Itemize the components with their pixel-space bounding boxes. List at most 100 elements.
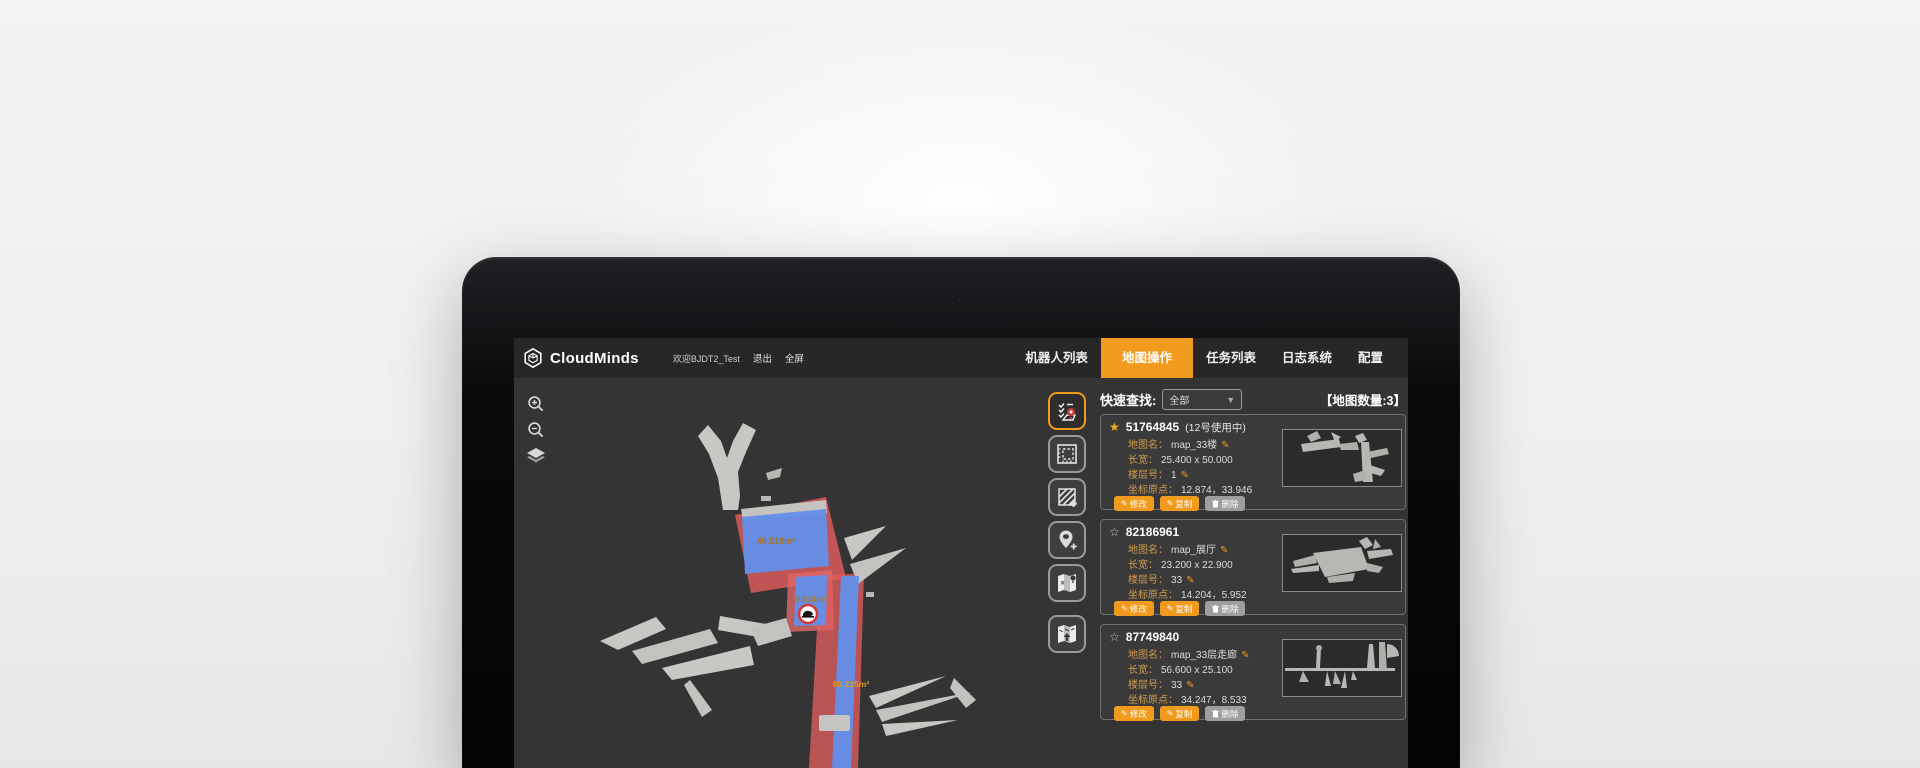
delete-button[interactable]: 删除	[1205, 706, 1245, 721]
tab-settings[interactable]: 配置	[1345, 338, 1396, 378]
tab-log-system[interactable]: 日志系统	[1269, 338, 1345, 378]
measure-area-icon[interactable]	[1048, 435, 1086, 473]
top-navbar: CloudMinds 欢迎BJDT2_Test 退出 全屏 机器人列表 地图操作…	[514, 338, 1408, 379]
map-tool-column: x	[1048, 392, 1092, 658]
copy-button[interactable]: ✎复制	[1160, 496, 1200, 511]
map-card[interactable]: ★ 51764845 (12号使用中) 地图名：map_33楼✎ 长宽：25.4…	[1100, 414, 1406, 510]
origin-value: 34.247，8.533	[1181, 695, 1247, 706]
fullscreen-link[interactable]: 全屏	[785, 351, 804, 365]
edit-button[interactable]: ✎修改	[1114, 706, 1154, 721]
map-thumbnail[interactable]	[1282, 534, 1402, 592]
pencil-icon: ✎	[1167, 604, 1174, 613]
map-thumbnail[interactable]	[1282, 639, 1402, 697]
map-size-value: 56.600 x 25.100	[1161, 665, 1233, 676]
pencil-icon: ✎	[1167, 499, 1174, 508]
map-id: 82186961	[1126, 525, 1179, 539]
virtual-wall-add-icon[interactable]	[1048, 478, 1086, 516]
layers-icon[interactable]	[526, 446, 546, 466]
trash-icon	[1212, 710, 1219, 718]
tab-map-operation[interactable]: 地图操作	[1101, 338, 1193, 378]
webcam-dot	[956, 297, 962, 303]
copy-button[interactable]: ✎复制	[1160, 706, 1200, 721]
pointcloud-fan-3	[882, 720, 958, 736]
pointcloud-box	[819, 715, 850, 731]
svg-text:x: x	[1061, 580, 1065, 587]
edit-pencil-icon[interactable]: ✎	[1181, 470, 1189, 481]
session-info: 欢迎BJDT2_Test 退出 全屏	[673, 351, 804, 365]
edit-button[interactable]: ✎修改	[1114, 496, 1154, 511]
pencil-icon: ✎	[1167, 709, 1174, 718]
tab-robot-list[interactable]: 机器人列表	[1012, 338, 1101, 378]
floor-value: 33	[1171, 680, 1182, 691]
map-in-use-badge: (12号使用中)	[1185, 420, 1246, 435]
zoom-in-icon[interactable]	[526, 394, 546, 414]
star-favorite-icon[interactable]: ☆	[1109, 630, 1120, 644]
field-label-floor: 楼层号：	[1128, 575, 1168, 586]
map-size-value: 23.200 x 22.900	[1161, 560, 1233, 571]
field-label-floor: 楼层号：	[1128, 680, 1168, 691]
laptop-frame: CloudMinds 欢迎BJDT2_Test 退出 全屏 机器人列表 地图操作…	[462, 257, 1460, 768]
map-thumbnail[interactable]	[1282, 429, 1402, 487]
edit-pencil-icon[interactable]: ✎	[1220, 545, 1228, 556]
area-label-small: 8.614m²	[796, 595, 826, 604]
edit-pencil-icon[interactable]: ✎	[1186, 575, 1194, 586]
floor-value: 33	[1171, 575, 1182, 586]
welcome-text: 欢迎BJDT2_Test	[673, 352, 740, 365]
field-label-size: 长宽：	[1128, 665, 1158, 676]
delete-button[interactable]: 删除	[1205, 496, 1245, 511]
field-label-origin: 坐标原点：	[1128, 485, 1178, 496]
filter-selected-value: 全部	[1169, 392, 1189, 407]
card-header: ★ 51764845 (12号使用中)	[1109, 420, 1246, 435]
logout-link[interactable]: 退出	[753, 351, 772, 365]
map-card[interactable]: ☆ 82186961 地图名：map_展厅✎ 长宽：23.200 x 22.90…	[1100, 519, 1406, 615]
pointcloud-fan-4	[950, 678, 976, 708]
edit-pencil-icon[interactable]: ✎	[1221, 440, 1229, 451]
edit-button[interactable]: ✎修改	[1114, 601, 1154, 616]
map-name-value: map_33层走廊	[1171, 650, 1237, 661]
copy-button[interactable]: ✎复制	[1160, 601, 1200, 616]
trash-icon	[1212, 500, 1219, 508]
slam-map-canvas[interactable]: 40.519m² 8.614m²	[514, 378, 1054, 768]
star-favorite-icon[interactable]: ★	[1109, 420, 1120, 434]
map-marker-icon[interactable]: x	[1048, 564, 1086, 602]
field-label-name: 地图名：	[1128, 440, 1168, 451]
tab-task-list[interactable]: 任务列表	[1193, 338, 1269, 378]
origin-value: 12.874，33.946	[1181, 485, 1252, 496]
field-label-origin: 坐标原点：	[1128, 695, 1178, 706]
field-label-size: 长宽：	[1128, 560, 1158, 571]
star-favorite-icon[interactable]: ☆	[1109, 525, 1120, 539]
edit-pencil-icon[interactable]: ✎	[1241, 650, 1249, 661]
pointcloud-speck	[766, 468, 782, 480]
map-name-value: map_33楼	[1171, 440, 1217, 451]
card-actions: ✎修改 ✎复制 删除	[1114, 601, 1245, 616]
cloudminds-logo-icon	[522, 347, 544, 369]
zoom-out-icon[interactable]	[526, 420, 546, 440]
app-screen: CloudMinds 欢迎BJDT2_Test 退出 全屏 机器人列表 地图操作…	[514, 338, 1408, 768]
pointcloud-speck-3	[761, 496, 771, 501]
map-filter-dropdown[interactable]: 全部 ▼	[1162, 389, 1242, 410]
field-label-name: 地图名：	[1128, 650, 1168, 661]
card-header: ☆ 87749840	[1109, 630, 1185, 644]
map-name-value: map_展厅	[1171, 545, 1216, 556]
trash-icon	[1212, 605, 1219, 613]
pointcloud-wing-5	[750, 618, 792, 646]
pointcloud-arm	[698, 423, 756, 510]
map-id: 51764845	[1126, 420, 1179, 434]
poi-checklist-icon[interactable]	[1048, 392, 1086, 430]
brand-name: CloudMinds	[550, 350, 639, 367]
area-label-large: 40.519m²	[757, 536, 796, 546]
add-poi-pin-icon[interactable]	[1048, 521, 1086, 559]
delete-button[interactable]: 删除	[1205, 601, 1245, 616]
panel-header: 快速查找: 全部 ▼ 【地图数量:3】	[1100, 389, 1406, 410]
no-entry-sign[interactable]	[799, 605, 817, 623]
pencil-icon: ✎	[1121, 499, 1128, 508]
map-count-label: 【地图数量:3】	[1320, 390, 1406, 409]
pencil-icon: ✎	[1121, 709, 1128, 718]
pointcloud-speck-2	[866, 592, 874, 597]
upload-map-icon[interactable]	[1048, 615, 1086, 653]
main-content: 40.519m² 8.614m²	[514, 378, 1408, 768]
pointcloud-spike-1	[684, 680, 712, 717]
map-size-value: 25.400 x 50.000	[1161, 455, 1233, 466]
map-card[interactable]: ☆ 87749840 地图名：map_33层走廊 ✎ 长宽：56.600 x 25…	[1100, 624, 1406, 720]
edit-pencil-icon[interactable]: ✎	[1186, 680, 1194, 691]
